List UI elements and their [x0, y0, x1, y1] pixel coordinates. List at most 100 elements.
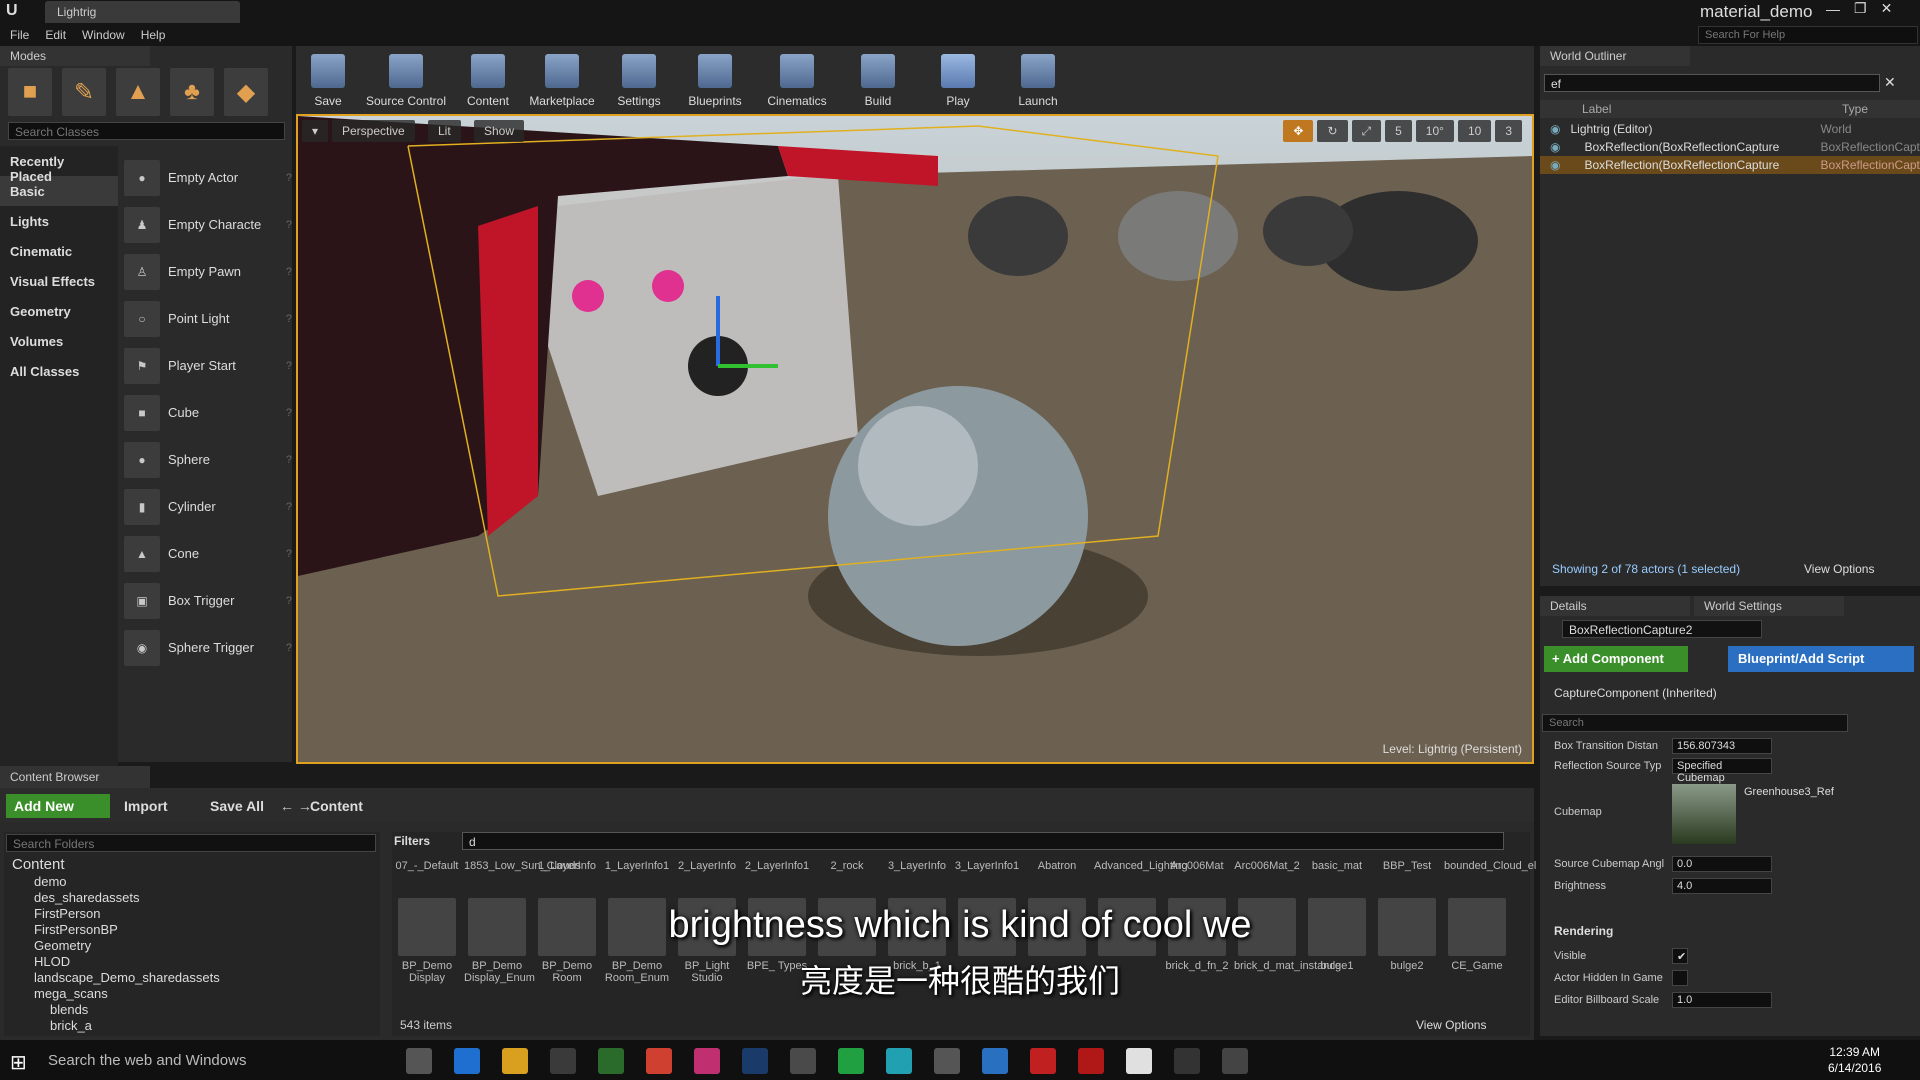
folder-item[interactable]: blends	[50, 1002, 88, 1018]
outliner-row[interactable]: ◉ BoxReflection(BoxReflectionCapture BoxRe…	[1540, 138, 1920, 156]
actor-player-start[interactable]: ⚑ Player Start?	[124, 342, 292, 389]
help-icon[interactable]: ?	[286, 219, 292, 231]
asset-tile[interactable]: 2_LayerInfo	[674, 860, 740, 872]
asset-tile[interactable]: 2_rock	[814, 860, 880, 872]
edge-icon[interactable]	[454, 1048, 480, 1074]
app-icon[interactable]	[790, 1048, 816, 1074]
show-button[interactable]: Show	[474, 120, 525, 142]
add-new-button[interactable]: Add New	[6, 794, 110, 818]
lit-button[interactable]: Lit	[428, 120, 461, 142]
category-geometry[interactable]: Geometry	[0, 296, 118, 326]
outliner-search-input[interactable]: ef	[1544, 74, 1880, 92]
help-icon[interactable]: ?	[286, 548, 292, 560]
task-view-icon[interactable]	[406, 1048, 432, 1074]
outliner-row-selected[interactable]: ◉ BoxReflection(BoxReflectionCapture BoxRe…	[1540, 156, 1920, 174]
search-folders-input[interactable]: Search Folders	[6, 834, 376, 852]
photoshop-icon[interactable]	[742, 1048, 768, 1074]
file-explorer-icon[interactable]	[502, 1048, 528, 1074]
settings-button[interactable]: Settings	[604, 46, 674, 114]
eye-icon[interactable]: ◉	[1550, 122, 1560, 136]
help-icon[interactable]: ?	[286, 313, 292, 325]
help-icon[interactable]: ?	[286, 407, 292, 419]
eye-icon[interactable]: ◉	[1550, 140, 1560, 154]
category-visual-effects[interactable]: Visual Effects	[0, 266, 118, 296]
close-icon[interactable]: ✕	[1881, 0, 1893, 17]
level-tab[interactable]: Lightrig	[45, 1, 240, 23]
scale-icon[interactable]: ⤢	[1351, 120, 1382, 142]
paint-mode-icon[interactable]: ✎	[62, 68, 106, 116]
category-recently-placed[interactable]: Recently Placed	[0, 146, 118, 184]
actor-point-light[interactable]: ○ Point Light?	[124, 295, 292, 342]
asset-tile[interactable]: 1_LayerInfo1	[604, 860, 670, 872]
asset-tile[interactable]: Arc006Mat	[1164, 860, 1230, 872]
menu-help[interactable]: Help	[141, 28, 166, 42]
source-control-button[interactable]: Source Control	[356, 46, 456, 114]
search-classes-input[interactable]: Search Classes	[8, 122, 285, 140]
blueprint-add-script-button[interactable]: Blueprint/Add Script	[1728, 646, 1914, 672]
folder-item[interactable]: brick_a	[50, 1018, 92, 1034]
help-icon[interactable]: ?	[286, 172, 292, 184]
translate-icon[interactable]: ✥	[1283, 120, 1314, 142]
app-icon[interactable]	[934, 1048, 960, 1074]
itunes-icon[interactable]	[694, 1048, 720, 1074]
object-name-field[interactable]: BoxReflectionCapture2	[1562, 620, 1762, 638]
app-icon[interactable]	[982, 1048, 1008, 1074]
asset-tile[interactable]: 1_LayerInfo	[534, 860, 600, 872]
menu-window[interactable]: Window	[82, 28, 125, 42]
marketplace-button[interactable]: Marketplace	[520, 46, 604, 114]
asset-tile[interactable]: bounded_Cloud_el	[1444, 860, 1536, 872]
save-button[interactable]: Save	[300, 46, 356, 114]
help-icon[interactable]: ?	[286, 266, 292, 278]
content-path-breadcrumb[interactable]: Content	[310, 798, 363, 814]
category-cinematic[interactable]: Cinematic	[0, 236, 118, 266]
app-icon[interactable]	[1126, 1048, 1152, 1074]
app-icon[interactable]	[838, 1048, 864, 1074]
asset-tile[interactable]: 07_-_Default	[394, 860, 460, 872]
clear-search-icon[interactable]: ✕	[1884, 74, 1896, 91]
capture-component-item[interactable]: CaptureComponent (Inherited)	[1554, 686, 1717, 700]
asset-tile[interactable]: 3_LayerInfo1	[954, 860, 1020, 872]
category-all-classes[interactable]: All Classes	[0, 356, 118, 386]
unreal-editor-icon[interactable]	[1222, 1048, 1248, 1074]
asset-tile[interactable]: BBP_Test	[1374, 860, 1440, 872]
perspective-button[interactable]: Perspective	[332, 120, 415, 142]
add-component-button[interactable]: + Add Component	[1544, 646, 1688, 672]
filters-button[interactable]: Filters	[394, 834, 430, 848]
actor-box-trigger[interactable]: ▣ Box Trigger?	[124, 577, 292, 624]
content-browser-tab[interactable]: Content Browser	[0, 766, 150, 788]
folder-item[interactable]: demo	[34, 874, 67, 890]
taskbar-search[interactable]: Search the web and Windows	[48, 1052, 246, 1069]
category-volumes[interactable]: Volumes	[0, 326, 118, 356]
asset-tile[interactable]: Abatron	[1024, 860, 1090, 872]
landscape-mode-icon[interactable]: ▲	[116, 68, 160, 116]
content-view-options[interactable]: View Options	[1416, 1018, 1486, 1032]
outliner-view-options[interactable]: View Options	[1804, 562, 1874, 576]
modes-tab[interactable]: Modes	[0, 46, 150, 66]
place-mode-icon[interactable]: ■	[8, 68, 52, 116]
column-label[interactable]: Label	[1582, 102, 1842, 116]
level-viewport[interactable]: ▾ Perspective Lit Show ✥ ↻ ⤢ 5 10° 10 3 …	[296, 114, 1534, 764]
store-icon[interactable]	[550, 1048, 576, 1074]
category-lights[interactable]: Lights	[0, 206, 118, 236]
chrome-icon[interactable]	[646, 1048, 672, 1074]
world-outliner-tab[interactable]: World Outliner	[1540, 46, 1690, 66]
foliage-mode-icon[interactable]: ♣	[170, 68, 214, 116]
import-button[interactable]: Import	[124, 798, 168, 814]
actor-sphere[interactable]: ● Sphere?	[124, 436, 292, 483]
app-icon[interactable]	[886, 1048, 912, 1074]
actor-empty-actor[interactable]: ● Empty Actor?	[124, 154, 292, 201]
asset-tile[interactable]: basic_mat	[1304, 860, 1370, 872]
geometry-mode-icon[interactable]: ◆	[224, 68, 268, 116]
minimize-icon[interactable]: —	[1826, 1, 1840, 17]
menu-file[interactable]: File	[10, 28, 29, 42]
eye-icon[interactable]: ◉	[1550, 158, 1560, 172]
adobe-icon[interactable]	[1078, 1048, 1104, 1074]
help-icon[interactable]: ?	[286, 501, 292, 513]
play-button[interactable]: Play	[918, 46, 998, 114]
help-icon[interactable]: ?	[286, 454, 292, 466]
blueprints-button[interactable]: Blueprints	[674, 46, 756, 114]
help-icon[interactable]: ?	[286, 642, 292, 654]
folder-content[interactable]: Content	[12, 856, 65, 873]
details-tab[interactable]: Details	[1540, 596, 1690, 616]
camera-speed-value[interactable]: 3	[1495, 120, 1522, 142]
